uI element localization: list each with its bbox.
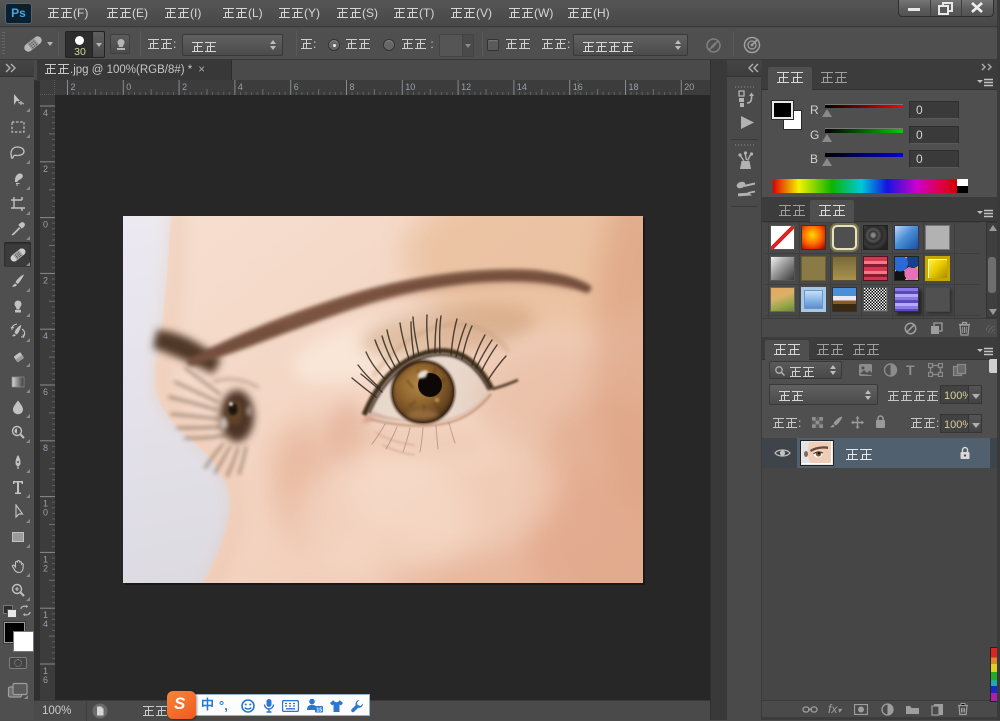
svg-text:4: 4 (238, 82, 243, 92)
svg-text:2: 2 (71, 82, 76, 92)
svg-text:18: 18 (629, 82, 639, 92)
svg-text:6: 6 (43, 387, 48, 397)
svg-text:2: 2 (43, 275, 48, 285)
svg-text:2: 2 (43, 164, 48, 174)
svg-text:6: 6 (294, 82, 299, 92)
svg-text:4: 4 (43, 619, 48, 629)
svg-text:14: 14 (517, 82, 527, 92)
svg-text:4: 4 (43, 108, 48, 118)
svg-text:6: 6 (43, 675, 48, 685)
svg-text:8: 8 (43, 443, 48, 453)
svg-text:10: 10 (405, 82, 415, 92)
svg-text:0: 0 (43, 220, 48, 230)
svg-text:12: 12 (461, 82, 471, 92)
svg-text:2: 2 (182, 82, 187, 92)
svg-text:8: 8 (350, 82, 355, 92)
svg-text:0: 0 (126, 82, 131, 92)
svg-text:0: 0 (43, 508, 48, 518)
svg-text:2: 2 (43, 563, 48, 573)
svg-text:15: 15 (316, 707, 322, 713)
svg-text:4: 4 (43, 331, 48, 341)
svg-text:20: 20 (684, 82, 694, 92)
